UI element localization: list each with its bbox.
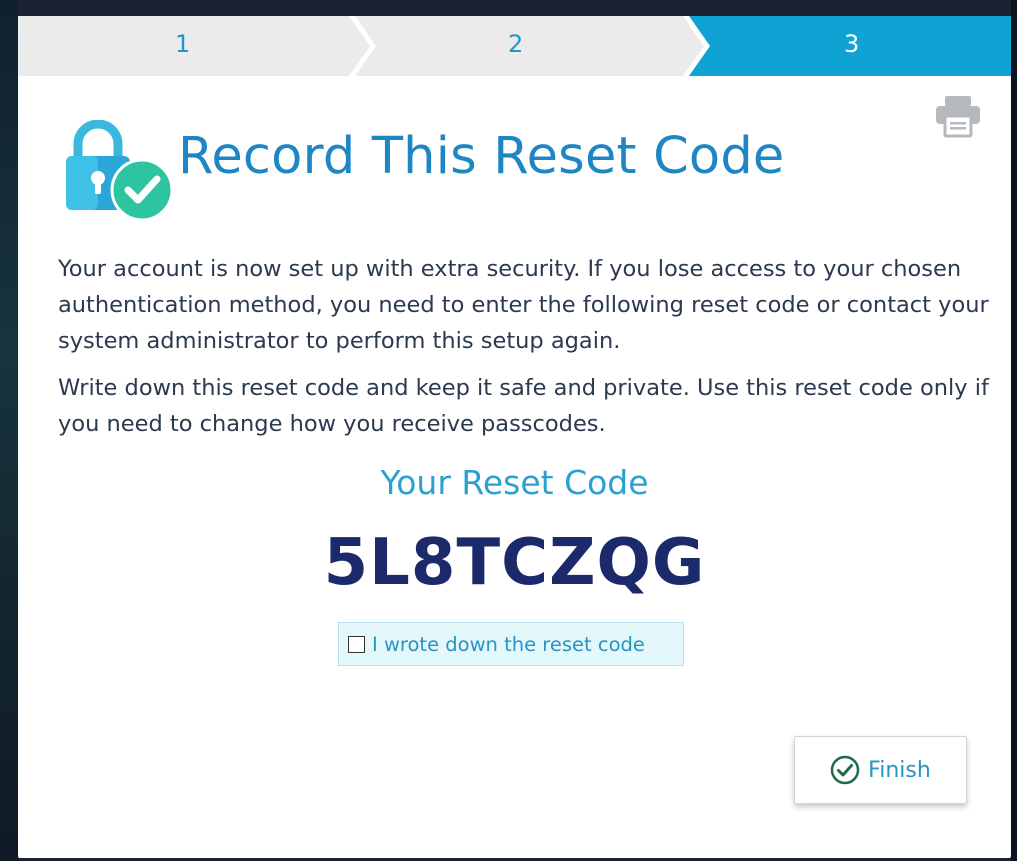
step-3-label: 3 — [844, 30, 860, 58]
reset-code-value: 5L8TCZQG — [323, 526, 706, 600]
check-circle-icon — [830, 755, 860, 785]
step-2-segment — [355, 16, 704, 76]
confirm-wrote-code[interactable]: I wrote down the reset code — [338, 622, 684, 666]
step-2-label: 2 — [508, 30, 524, 58]
background-edge — [0, 0, 18, 861]
wizard-steps: 1 2 3 — [18, 16, 1011, 76]
confirm-checkbox[interactable] — [348, 635, 365, 653]
finish-button[interactable]: Finish — [794, 736, 967, 804]
step-1-segment — [18, 16, 370, 76]
dialog-title: Record This Reset Code — [178, 127, 785, 186]
background-edge-right — [1011, 0, 1017, 861]
finish-button-label: Finish — [868, 757, 931, 783]
write-down-instructions: Write down this reset code and keep it s… — [58, 375, 989, 437]
reset-code-heading: Your Reset Code — [380, 463, 649, 502]
confirm-checkbox-label[interactable]: I wrote down the reset code — [372, 633, 645, 656]
step-1-label: 1 — [175, 30, 191, 58]
lock-check-icon — [62, 119, 174, 224]
reset-code-dialog: 1 2 3 Record This Reset Code Your accoun… — [18, 16, 1011, 858]
account-setup-text: Your account is now set up with extra se… — [58, 256, 989, 354]
printer-icon[interactable] — [933, 94, 983, 138]
